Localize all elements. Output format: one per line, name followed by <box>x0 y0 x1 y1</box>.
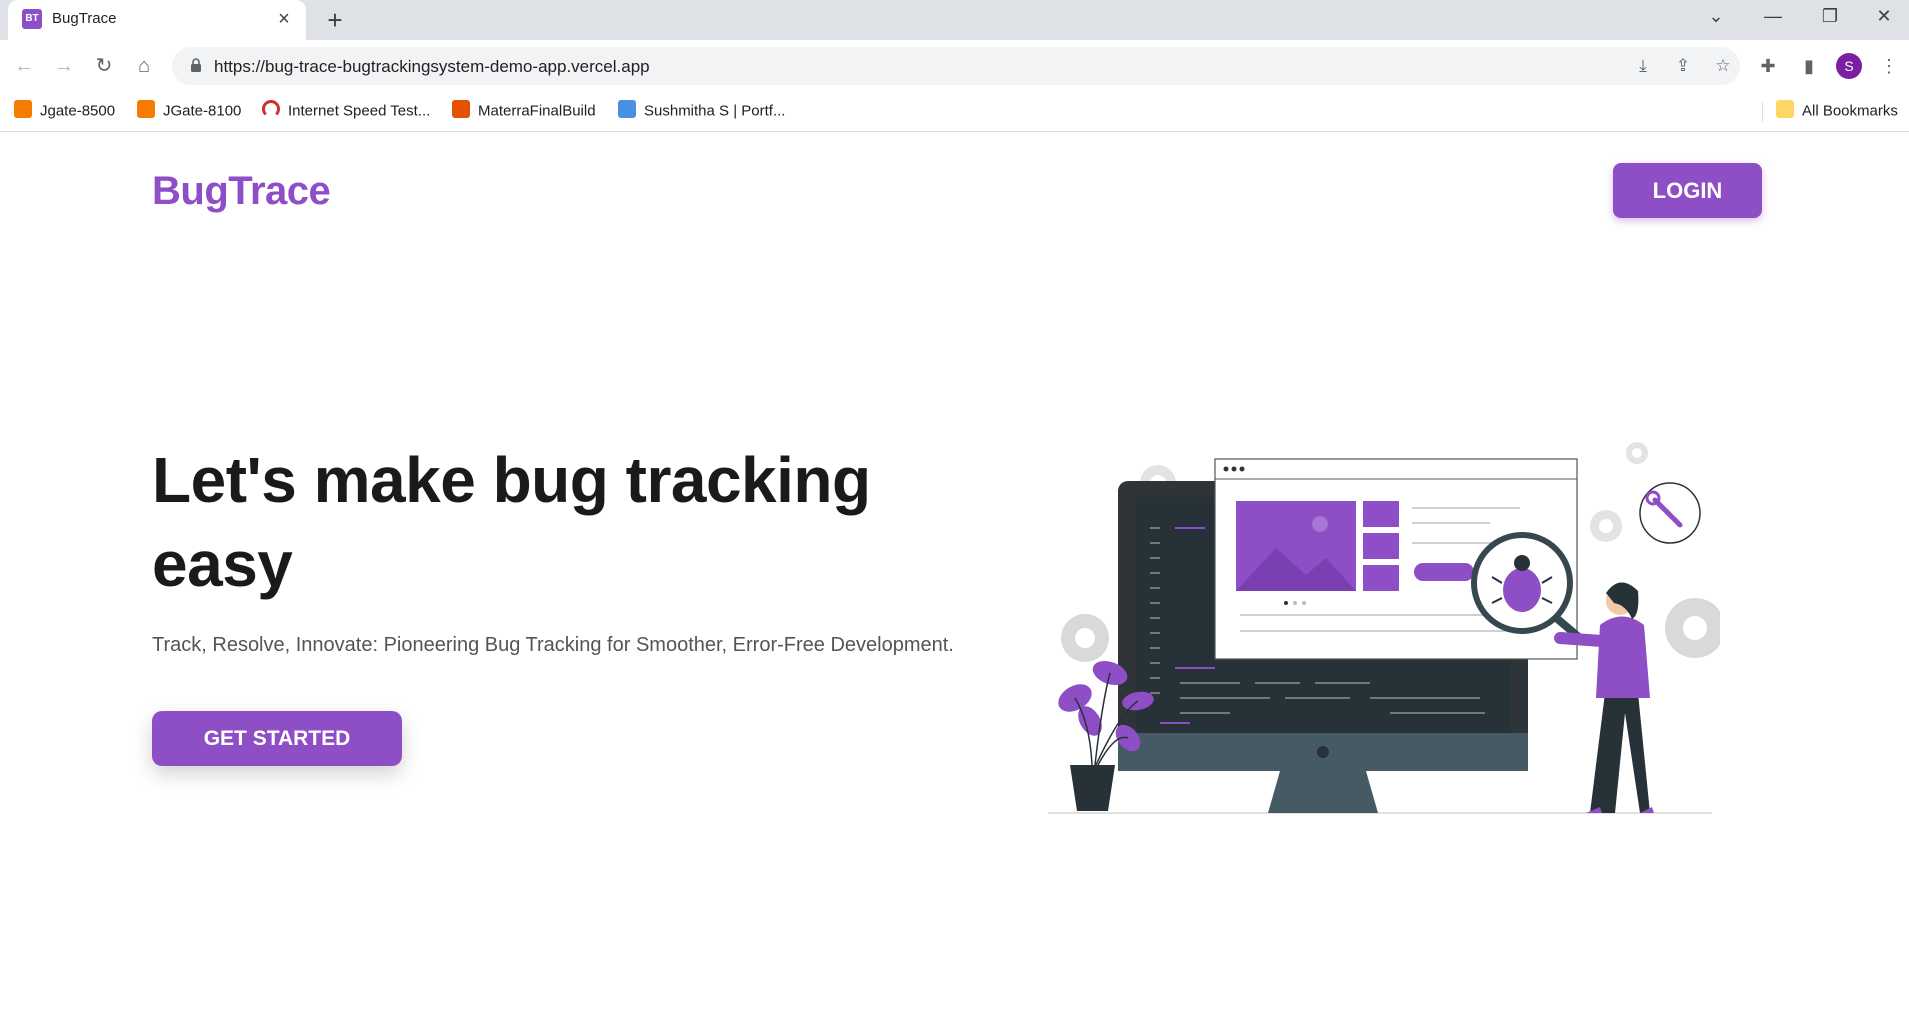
all-bookmarks[interactable]: All Bookmarks <box>1776 100 1898 122</box>
brand-logo[interactable]: BugTrace <box>152 169 331 214</box>
page-content: BugTrace LOGIN Let's make bug tracking e… <box>0 133 1909 1011</box>
browser-tab[interactable]: BT BugTrace × <box>8 0 306 40</box>
gear-icon <box>1626 442 1648 464</box>
login-button[interactable]: LOGIN <box>1613 163 1762 218</box>
wrench-icon <box>1639 482 1701 544</box>
bug-tracking-illustration <box>1048 442 1720 814</box>
hero-title: Let's make bug tracking easy <box>152 444 871 600</box>
address-bar[interactable]: https://bug-trace-bugtrackingsystem-demo… <box>172 47 1740 85</box>
minimize-icon[interactable]: — <box>1745 0 1801 32</box>
restore-icon[interactable]: ❐ <box>1802 0 1858 32</box>
install-app-icon[interactable]: ⤓ <box>1630 54 1656 78</box>
window-close-icon[interactable]: ✕ <box>1856 0 1909 32</box>
new-tab-icon[interactable]: + <box>320 5 350 35</box>
gear-icon <box>1665 598 1720 658</box>
bookmark-favicon-icon <box>14 100 32 119</box>
tab-search-icon[interactable]: ⌄ <box>1688 0 1744 32</box>
share-icon[interactable]: ⇪ <box>1670 54 1696 78</box>
side-panel-icon[interactable]: ▮ <box>1795 52 1823 80</box>
bookmark-favicon-icon <box>452 100 470 119</box>
bookmarks-divider <box>1762 102 1763 122</box>
bookmark-item[interactable]: JGate-8100 <box>137 100 241 122</box>
folder-icon <box>1776 100 1794 119</box>
bookmark-star-icon[interactable]: ☆ <box>1710 54 1736 78</box>
bookmark-item[interactable]: MaterraFinalBuild <box>452 100 596 122</box>
lock-icon <box>191 58 201 72</box>
bookmark-favicon-icon <box>137 100 155 119</box>
browser-toolbar: ← → ↻ ⌂ https://bug-trace-bugtrackingsys… <box>0 40 1909 92</box>
home-icon[interactable]: ⌂ <box>129 51 159 81</box>
bookmark-favicon-icon <box>618 100 636 119</box>
tab-favicon: BT <box>22 9 42 29</box>
speedometer-icon <box>262 100 280 119</box>
bookmarks-bar: Jgate-8500 JGate-8100 Internet Speed Tes… <box>0 92 1909 132</box>
get-started-button[interactable]: GET STARTED <box>152 711 402 766</box>
extensions-icon[interactable]: ✚ <box>1754 52 1782 80</box>
bookmark-item[interactable]: Internet Speed Test... <box>262 100 430 122</box>
tab-title: BugTrace <box>52 10 117 27</box>
gear-icon <box>1590 510 1622 542</box>
hero-subtitle: Track, Resolve, Innovate: Pioneering Bug… <box>152 634 954 656</box>
bookmark-item[interactable]: Sushmitha S | Portf... <box>618 100 785 122</box>
bookmark-item[interactable]: Jgate-8500 <box>14 100 115 122</box>
menu-icon[interactable]: ⋮ <box>1875 52 1903 80</box>
close-icon[interactable]: × <box>272 7 296 31</box>
tab-strip: BT BugTrace × + ⌄ — ❐ ✕ <box>0 0 1909 40</box>
gear-icon <box>1061 614 1109 662</box>
url-text: https://bug-trace-bugtrackingsystem-demo… <box>214 57 650 76</box>
forward-icon[interactable]: → <box>49 51 79 81</box>
reload-icon[interactable]: ↻ <box>89 51 119 81</box>
back-icon[interactable]: ← <box>9 51 39 81</box>
profile-avatar[interactable]: S <box>1836 53 1862 79</box>
